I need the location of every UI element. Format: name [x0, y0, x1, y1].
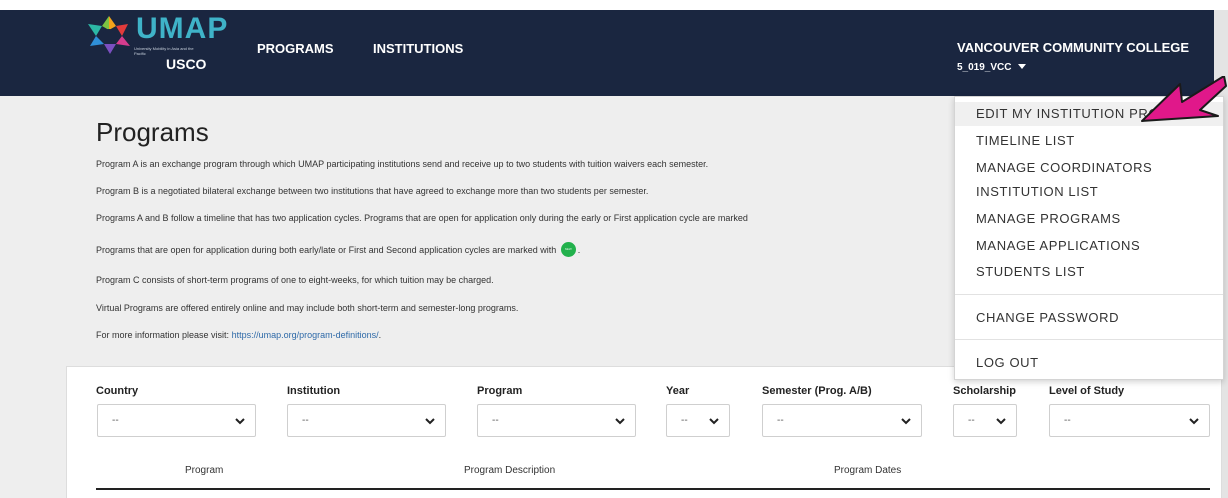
menu-item-change-password[interactable]: CHANGE PASSWORD — [955, 306, 1223, 330]
menu-item-logout[interactable]: LOG OUT — [955, 351, 1223, 375]
filter-label-program: Program — [477, 385, 523, 397]
institution-select-value: -- — [302, 415, 309, 426]
chevron-down-icon — [996, 418, 1006, 425]
umap-logo[interactable]: UMAP University Mobility in Asia and the… — [86, 12, 236, 76]
menu-divider — [955, 339, 1223, 340]
logo-tagline: University Mobility in Asia and the Paci… — [134, 46, 194, 56]
country-select[interactable]: -- — [97, 404, 256, 437]
program-select-value: -- — [492, 415, 499, 426]
menu-item-manage-programs[interactable]: MANAGE PROGRAMS — [955, 207, 1223, 231]
menu-item-institution-list[interactable]: INSTITUTION LIST — [955, 180, 1223, 204]
filter-label-country: Country — [96, 385, 139, 397]
institution-select[interactable]: -- — [287, 404, 446, 437]
table-header-program: Program — [185, 465, 224, 476]
new-badge-icon: NEW — [560, 242, 576, 257]
paragraph-program-a: Program A is an exchange program through… — [96, 159, 709, 169]
level-of-study-select[interactable]: -- — [1049, 404, 1210, 437]
institution-code: 5_019_VCC — [957, 62, 1012, 73]
semester-select-value: -- — [777, 415, 784, 426]
paragraph-program-c: Program C consists of short-term program… — [96, 275, 494, 285]
chevron-down-icon — [709, 418, 719, 425]
paragraph-timeline: Programs A and B follow a timeline that … — [96, 213, 748, 223]
chevron-down-icon — [425, 418, 435, 425]
caret-down-icon — [1018, 64, 1027, 70]
filter-label-year: Year — [666, 385, 690, 397]
paragraph-program-b: Program B is a negotiated bilateral exch… — [96, 186, 649, 196]
program-select[interactable]: -- — [477, 404, 636, 437]
logo-sub: USCO — [166, 56, 207, 72]
scholarship-select[interactable]: -- — [953, 404, 1017, 437]
chevron-down-icon — [235, 418, 245, 425]
menu-item-students-list[interactable]: STUDENTS LIST — [955, 260, 1223, 284]
menu-divider — [955, 294, 1223, 295]
filter-label-semester: Semester (Prog. A/B) — [762, 385, 872, 397]
table-header-rule — [96, 488, 1210, 490]
program-definitions-link[interactable]: https://umap.org/program-definitions/ — [232, 330, 379, 340]
page: UMAP University Mobility in Asia and the… — [0, 0, 1228, 498]
chevron-down-icon — [615, 418, 625, 425]
year-select-value: -- — [681, 415, 688, 426]
table-header-dates: Program Dates — [834, 465, 902, 476]
more-info-text: For more information please visit: — [96, 330, 230, 340]
more-info-suffix: . — [378, 330, 382, 340]
umap-logo-icon — [88, 16, 130, 54]
filter-label-level-of-study: Level of Study — [1049, 385, 1125, 397]
chevron-down-icon — [901, 418, 911, 425]
top-strip — [0, 0, 1228, 10]
paragraph-virtual: Virtual Programs are offered entirely on… — [96, 303, 519, 313]
country-select-value: -- — [112, 415, 119, 426]
menu-item-manage-applications[interactable]: MANAGE APPLICATIONS — [955, 234, 1223, 258]
new-badge-label: NEW — [564, 247, 572, 251]
semester-select[interactable]: -- — [762, 404, 922, 437]
chevron-down-icon — [1189, 418, 1199, 425]
filter-label-institution: Institution — [287, 385, 341, 397]
nav-link-programs[interactable]: PROGRAMS — [257, 41, 334, 56]
institution-dropdown-toggle[interactable]: 5_019_VCC — [957, 62, 1027, 73]
year-select[interactable]: -- — [666, 404, 730, 437]
nav-link-institutions[interactable]: INSTITUTIONS — [373, 41, 463, 56]
logo-wordmark: UMAP — [136, 12, 229, 45]
paragraph-more-info: For more information please visit: https… — [96, 330, 381, 340]
page-title: Programs — [96, 117, 209, 147]
scholarship-select-value: -- — [968, 415, 975, 426]
table-header-description: Program Description — [464, 465, 556, 476]
paragraph-cycles: Programs that are open for application d… — [96, 242, 580, 258]
navbar: UMAP University Mobility in Asia and the… — [0, 10, 1214, 96]
institution-name: VANCOUVER COMMUNITY COLLEGE — [957, 40, 1190, 55]
filter-label-scholarship: Scholarship — [953, 385, 1016, 397]
paragraph-cycles-text: Programs that are open for application d… — [96, 244, 557, 255]
level-of-study-select-value: -- — [1064, 415, 1071, 426]
pointer-arrow-icon — [1141, 76, 1227, 122]
